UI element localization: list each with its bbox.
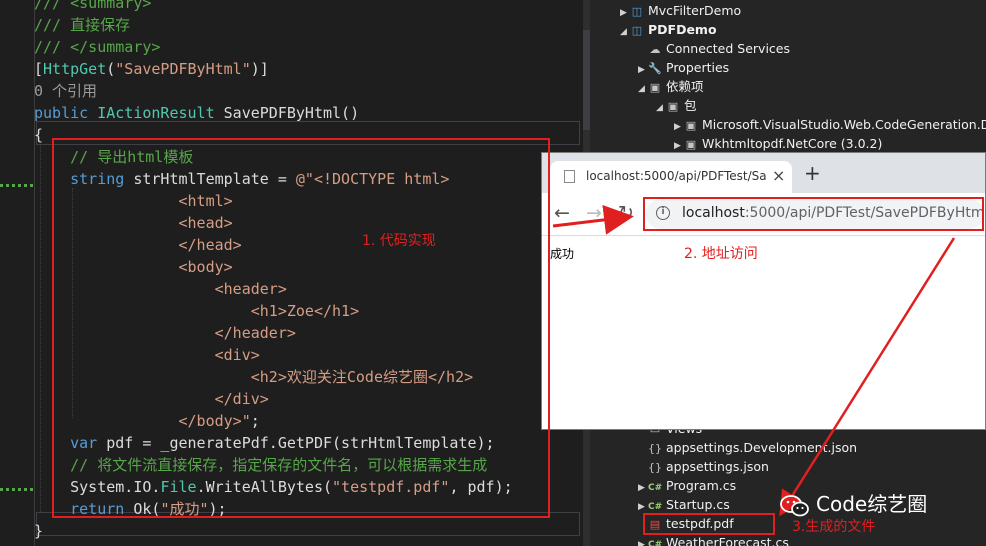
explorer-item[interactable]: ▶ ◫ MvcFilterDemo <box>620 1 741 20</box>
new-tab-button[interactable]: + <box>804 163 821 183</box>
code-line[interactable]: /// </summary> <box>34 36 160 58</box>
expand-arrow-icon[interactable]: ▶ <box>638 536 648 546</box>
code-token: } <box>34 522 44 540</box>
code-line[interactable]: [HttpGet("SavePDFByHtml")] <box>34 58 269 80</box>
explorer-item[interactable]: ▶ C# Startup.cs <box>638 495 730 514</box>
browser-window: localhost:5000/api/PDFTest/Sa × + ← → ↻ … <box>541 152 986 430</box>
page-body-text: 成功 <box>550 247 575 261</box>
code-token: HttpGet <box>43 60 107 78</box>
code-highlight-box <box>52 138 550 518</box>
connected-services-icon: ☁ <box>649 43 661 56</box>
expand-arrow-icon[interactable]: ◢ <box>620 23 630 42</box>
browser-tab-bar: localhost:5000/api/PDFTest/Sa × + <box>542 153 985 193</box>
explorer-item[interactable]: {} appsettings.Development.json <box>638 438 857 457</box>
forward-button[interactable]: → <box>586 202 602 224</box>
code-token: IActionResult <box>97 104 224 122</box>
url-highlight-box <box>643 197 984 231</box>
annotation-code-impl: 1. 代码实现 <box>362 233 436 249</box>
code-token: public <box>34 104 98 122</box>
annotation-address-access: 2. 地址访问 <box>684 246 758 262</box>
project-icon: ◫ <box>631 5 643 18</box>
expand-arrow-icon[interactable]: ◢ <box>656 99 666 118</box>
explorer-item-label: Connected Services <box>666 41 790 56</box>
code-line[interactable]: { <box>34 124 43 146</box>
close-icon[interactable]: × <box>772 166 785 185</box>
explorer-item[interactable]: ◢ ▣ 依赖项 <box>638 77 704 96</box>
explorer-item-label: Startup.cs <box>666 497 730 512</box>
explorer-item-label: 包 <box>684 98 697 113</box>
code-token: [ <box>34 60 44 78</box>
watermark-text: Code综艺圈 <box>816 492 928 516</box>
code-line[interactable]: public IActionResult SavePDFByHtml() <box>34 102 359 124</box>
browser-tab[interactable]: localhost:5000/api/PDFTest/Sa × <box>550 161 792 193</box>
code-line[interactable]: /// 直接保存 <box>34 14 130 36</box>
explorer-item-label: PDFDemo <box>648 22 717 37</box>
explorer-item-label: appsettings.json <box>666 459 769 474</box>
page-icon <box>564 170 575 183</box>
dependencies-icon: ▣ <box>649 81 661 94</box>
code-token: /// <summary> <box>34 0 152 12</box>
explorer-item[interactable]: ◢ ◫ PDFDemo <box>620 20 717 39</box>
explorer-item[interactable]: ▶ ▣ Microsoft.VisualStudio.Web.CodeGenerat… <box>674 115 986 134</box>
explorer-item-label: MvcFilterDemo <box>648 3 742 18</box>
explorer-item[interactable]: ▶ ▣ Wkhtmltopdf.NetCore (3.0.2) <box>674 134 882 153</box>
error-squiggle <box>0 184 36 187</box>
package-icon: ▣ <box>685 119 697 132</box>
code-line[interactable]: } <box>34 520 43 542</box>
explorer-item-label: Properties <box>666 60 730 75</box>
properties-icon: 🔧 <box>648 62 662 75</box>
code-token: "SavePDFByHtml" <box>115 60 251 78</box>
file-highlight-box <box>643 513 775 535</box>
explorer-item-label: Microsoft.VisualStudio.Web.CodeGeneratio… <box>702 117 986 132</box>
error-squiggle <box>0 488 36 491</box>
wechat-watermark: Code综艺圈 <box>780 488 927 518</box>
json-icon: {} <box>648 461 662 474</box>
code-token: { <box>34 126 44 144</box>
explorer-item[interactable]: ◢ ▣ 包 <box>656 96 697 115</box>
code-token: SavePDFByHtml() <box>223 104 360 122</box>
explorer-item-label: Wkhtmltopdf.NetCore (3.0.2) <box>702 136 883 151</box>
back-button[interactable]: ← <box>554 202 570 224</box>
annotation-generated-file: 3.生成的文件 <box>792 519 876 535</box>
explorer-item-label: WeatherForecast.cs <box>666 535 789 546</box>
explorer-item[interactable]: {} appsettings.json <box>638 457 769 476</box>
code-token: )] <box>250 60 269 78</box>
code-line[interactable]: 0 个引用 <box>34 80 97 102</box>
code-token: 0 个引用 <box>34 82 98 100</box>
scrollbar-thumb[interactable] <box>583 30 590 130</box>
expand-arrow-icon[interactable]: ◢ <box>638 80 648 99</box>
code-token: /// 直接保存 <box>34 16 131 34</box>
explorer-item[interactable]: ☁ Connected Services <box>638 39 791 58</box>
explorer-item-label: appsettings.Development.json <box>666 440 858 455</box>
code-token: ( <box>106 60 116 78</box>
wechat-icon <box>780 494 809 516</box>
code-token: /// </summary> <box>34 38 161 56</box>
explorer-item[interactable]: ▶ C# Program.cs <box>638 476 736 495</box>
project-icon: ◫ <box>631 24 643 37</box>
csharp-icon: C# <box>648 540 663 546</box>
package-icon: ▣ <box>667 100 679 113</box>
reload-button[interactable]: ↻ <box>618 202 634 224</box>
json-icon: {} <box>648 442 662 455</box>
tab-title: localhost:5000/api/PDFTest/Sa <box>586 169 766 183</box>
explorer-item-label: Program.cs <box>666 478 737 493</box>
explorer-item[interactable]: ▶ 🔧 Properties <box>638 58 729 77</box>
code-line[interactable]: /// <summary> <box>34 0 151 14</box>
explorer-item-label: 依赖项 <box>666 79 704 94</box>
